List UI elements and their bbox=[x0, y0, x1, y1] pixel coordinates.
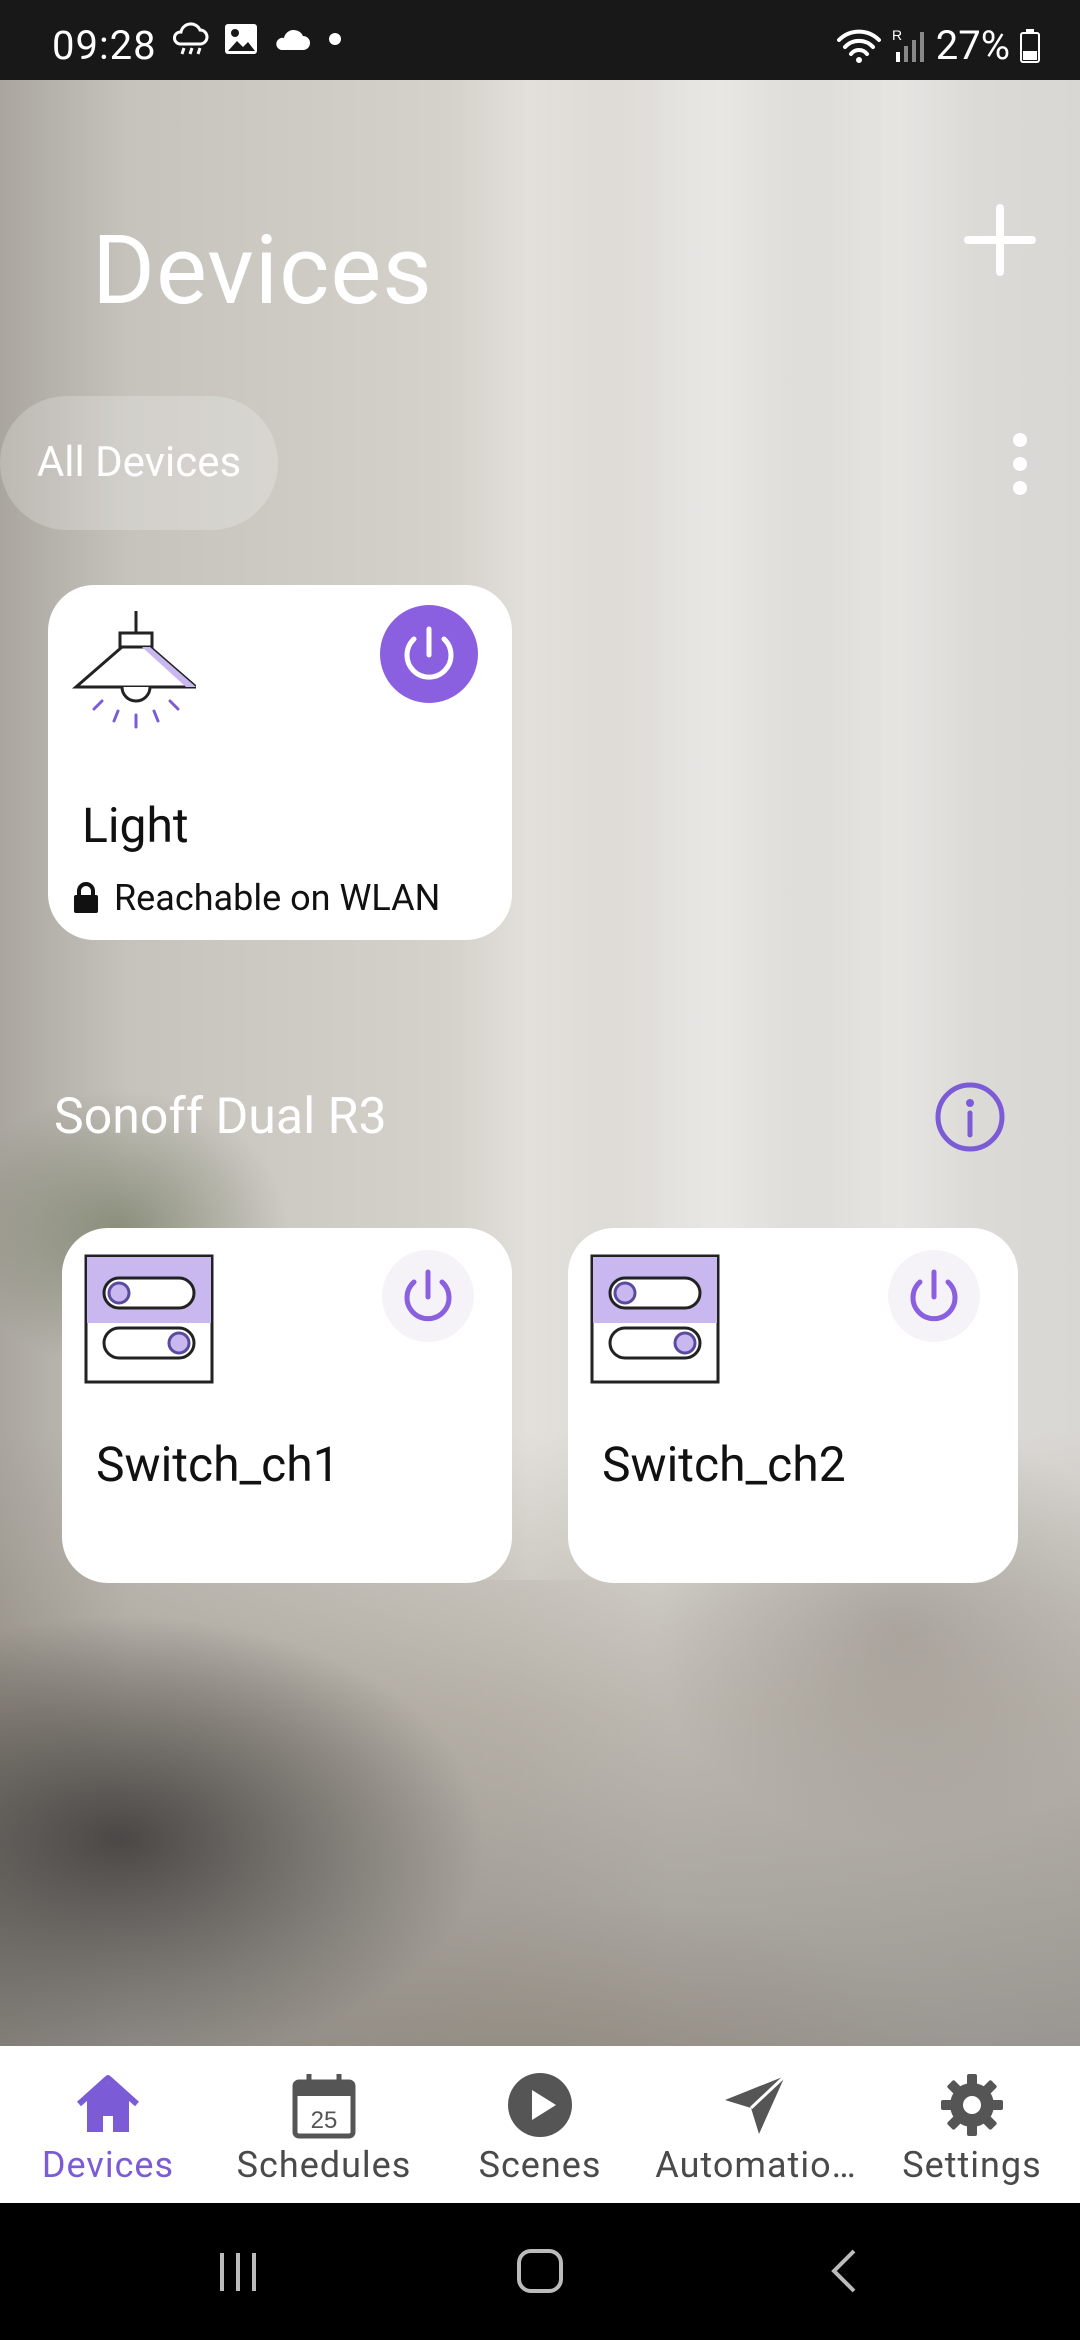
add-device-icon[interactable] bbox=[960, 200, 1040, 280]
nav-scenes[interactable]: Scenes bbox=[432, 2046, 648, 2203]
nav-devices-label: Devices bbox=[41, 2144, 175, 2186]
nav-automations-label: Automatio… bbox=[655, 2144, 857, 2186]
nav-scenes-label: Scenes bbox=[478, 2144, 602, 2186]
info-icon[interactable] bbox=[934, 1081, 1006, 1153]
device-name-light: Light bbox=[82, 797, 189, 854]
dot-icon bbox=[329, 33, 341, 45]
bottom-navigation: Devices 25 Schedules Scenes Automatio… S… bbox=[0, 2046, 1080, 2203]
power-icon bbox=[910, 1269, 958, 1322]
home-button-icon[interactable] bbox=[514, 2243, 566, 2299]
battery-percent: 27% bbox=[935, 22, 1010, 69]
lock-icon bbox=[74, 882, 98, 913]
toggle-switch-icon bbox=[84, 1254, 214, 1384]
lamp-icon bbox=[71, 611, 196, 729]
device-name-switch-ch2: Switch_ch2 bbox=[602, 1436, 846, 1493]
switch-ch1-power-button[interactable] bbox=[382, 1250, 474, 1342]
cloud-icon bbox=[276, 29, 310, 50]
all-devices-filter[interactable]: All Devices bbox=[0, 396, 278, 530]
device-card-switch-ch2[interactable]: Switch_ch2 bbox=[568, 1228, 1018, 1583]
switch-ch2-power-button[interactable] bbox=[888, 1250, 980, 1342]
power-icon bbox=[404, 626, 454, 680]
calendar-icon: 25 bbox=[292, 2074, 356, 2139]
play-icon bbox=[508, 2073, 572, 2137]
status-bar: 09:28 R 27% bbox=[0, 0, 1080, 80]
gear-icon bbox=[941, 2074, 1003, 2136]
toggle-switch-icon bbox=[590, 1254, 720, 1384]
wifi-icon bbox=[836, 29, 881, 63]
reachability-status: Reachable on WLAN bbox=[114, 877, 441, 919]
send-icon bbox=[725, 2074, 787, 2134]
image-icon bbox=[225, 24, 257, 54]
nav-devices[interactable]: Devices bbox=[0, 2046, 216, 2203]
signal-icon: R bbox=[892, 28, 924, 62]
back-icon[interactable] bbox=[824, 2243, 864, 2299]
recent-apps-icon[interactable] bbox=[214, 2243, 262, 2299]
device-name-switch-ch1: Switch_ch1 bbox=[96, 1436, 340, 1493]
device-card-switch-ch1[interactable]: Switch_ch1 bbox=[62, 1228, 512, 1583]
group-title: Sonoff Dual R3 bbox=[54, 1088, 387, 1146]
svg-text:R: R bbox=[892, 28, 902, 43]
svg-text:25: 25 bbox=[311, 2107, 338, 2134]
power-icon bbox=[404, 1269, 452, 1322]
device-card-light[interactable]: Light Reachable on WLAN bbox=[48, 585, 512, 940]
nav-settings[interactable]: Settings bbox=[864, 2046, 1080, 2203]
nav-settings-label: Settings bbox=[902, 2144, 1042, 2186]
page-title: Devices bbox=[92, 215, 433, 327]
background-photo bbox=[0, 80, 1080, 2046]
status-time: 09:28 bbox=[52, 22, 157, 69]
battery-icon bbox=[1020, 28, 1040, 63]
more-options-icon[interactable] bbox=[1004, 432, 1036, 496]
light-power-button[interactable] bbox=[380, 605, 478, 703]
system-navigation-bar bbox=[0, 2203, 1080, 2340]
cloud-rain-icon bbox=[173, 22, 209, 55]
nav-automations[interactable]: Automatio… bbox=[648, 2046, 864, 2203]
home-icon bbox=[76, 2075, 140, 2132]
nav-schedules[interactable]: 25 Schedules bbox=[216, 2046, 432, 2203]
nav-schedules-label: Schedules bbox=[236, 2144, 412, 2186]
